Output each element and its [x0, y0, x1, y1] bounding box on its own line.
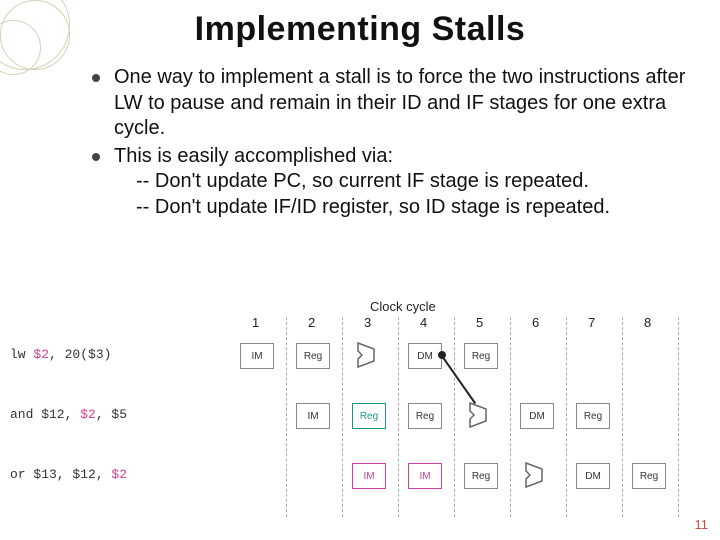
cycle-number: 2 — [308, 315, 315, 330]
instruction-label: and $12, $2, $5 — [10, 407, 127, 422]
pipeline-stage: Reg — [408, 403, 442, 429]
pipeline-stage: DM — [408, 343, 442, 369]
pipeline-stage: IM — [408, 463, 442, 489]
cycle-divider — [510, 317, 511, 517]
bullet-dot-icon — [92, 153, 100, 161]
cycle-number: 8 — [644, 315, 651, 330]
pipeline-stage: IM — [352, 463, 386, 489]
pipeline-stage: IM — [240, 343, 274, 369]
cycle-divider — [398, 317, 399, 517]
pipeline-stage: Reg — [296, 343, 330, 369]
alu-stage-icon — [524, 461, 552, 489]
cycle-divider — [678, 317, 679, 517]
clock-cycle-label: Clock cycle — [370, 299, 436, 314]
sub-bullet: -- Don't update PC, so current IF stage … — [136, 169, 694, 195]
sub-bullet: -- Don't update IF/ID register, so ID st… — [136, 195, 694, 221]
pipeline-stage: Reg — [632, 463, 666, 489]
cycle-number: 3 — [364, 315, 371, 330]
alu-stage-icon — [356, 341, 384, 369]
bullet-text: One way to implement a stall is to force… — [114, 65, 694, 142]
cycle-divider — [622, 317, 623, 517]
cycle-number: 5 — [476, 315, 483, 330]
bullet-text: This is easily accomplished via: — [114, 144, 694, 170]
cycle-divider — [566, 317, 567, 517]
cycle-number: 4 — [420, 315, 427, 330]
bullet-dot-icon — [92, 74, 100, 82]
page-number: 11 — [695, 517, 709, 532]
instruction-label: lw $2, 20($3) — [10, 347, 111, 362]
cycle-divider — [286, 317, 287, 517]
pipeline-stage: DM — [576, 463, 610, 489]
pipeline-stage: Reg — [352, 403, 386, 429]
cycle-number: 1 — [252, 315, 259, 330]
cycle-number: 6 — [532, 315, 539, 330]
slide-title: Implementing Stalls — [0, 0, 720, 49]
slide-body: One way to implement a stall is to force… — [0, 49, 720, 221]
pipeline-stage: Reg — [464, 463, 498, 489]
instruction-label: or $13, $12, $2 — [10, 467, 127, 482]
cycle-divider — [342, 317, 343, 517]
pipeline-stage: Reg — [464, 343, 498, 369]
pipeline-diagram: Clock cycle12345678lw $2, 20($3)IMRegDMR… — [120, 305, 700, 525]
pipeline-stage: DM — [520, 403, 554, 429]
pipeline-stage: IM — [296, 403, 330, 429]
alu-stage-icon — [468, 401, 496, 429]
cycle-number: 7 — [588, 315, 595, 330]
cycle-divider — [454, 317, 455, 517]
pipeline-stage: Reg — [576, 403, 610, 429]
